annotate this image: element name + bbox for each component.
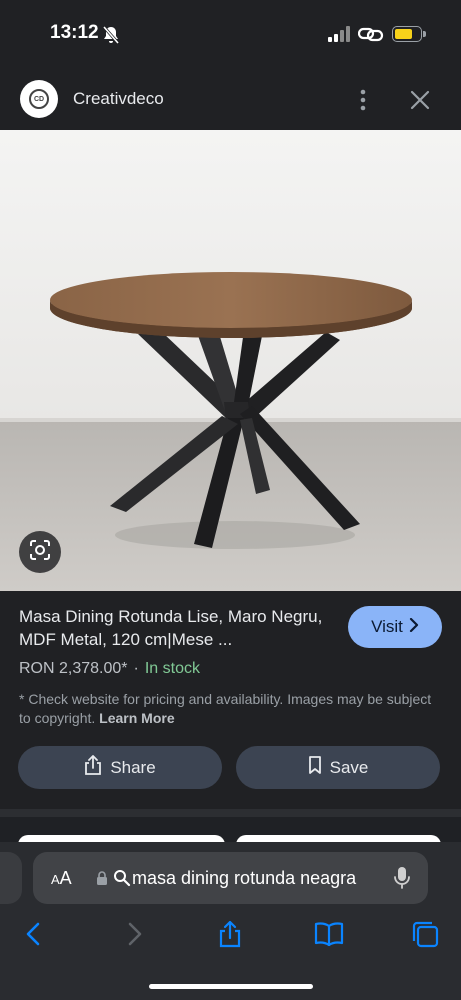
share-button[interactable]: Share [18,746,222,789]
share-icon [84,755,102,780]
section-divider [0,809,461,817]
search-icon [113,869,131,892]
separator-dot: · [133,660,139,677]
bookmark-icon [308,756,322,779]
signal-icon [328,26,350,47]
site-name[interactable]: Creativdeco [73,89,164,109]
lens-icon [29,539,51,566]
browser-toolbar [0,914,461,954]
more-options-icon[interactable] [355,88,371,112]
microphone-icon[interactable] [393,866,411,895]
disclaimer: * Check website for pricing and availabi… [19,690,439,728]
tabs-icon[interactable] [410,919,440,949]
save-label: Save [329,757,369,777]
address-bar[interactable]: AA masa dining rotunda neagra [33,852,428,904]
status-time: 13:12 [50,22,99,43]
forward-icon[interactable] [119,919,149,949]
price: RON 2,378.00* [19,660,128,677]
url-text: masa dining rotunda neagra [132,868,357,888]
site-header: CD Creativdeco [0,68,461,130]
status-bar: 13:12 [0,0,461,68]
back-icon[interactable] [19,919,49,949]
bookmarks-icon[interactable] [313,919,344,949]
reader-settings-button[interactable]: AA [51,868,72,889]
visit-button[interactable]: Visit [348,606,442,648]
price-row: RON 2,378.00* · In stock [19,660,200,678]
product-info: Masa Dining Rotunda Lise, Maro Negru, MD… [0,591,461,809]
close-icon[interactable] [408,88,432,112]
share-sheet-icon[interactable] [215,919,245,949]
product-title[interactable]: Masa Dining Rotunda Lise, Maro Negru, MD… [19,605,334,651]
disclaimer-text: * Check website for pricing and availabi… [19,691,432,726]
bell-off-icon [101,25,121,50]
battery-icon [392,26,426,42]
browser-bottom-bar: AA masa dining rotunda neagra [0,842,461,1000]
share-label: Share [110,757,156,777]
site-logo-text: CD [29,89,49,109]
link-icon [357,24,384,49]
site-logo[interactable]: CD [20,80,58,118]
chevron-right-icon [409,617,419,637]
visit-label: Visit [371,617,403,636]
save-button[interactable]: Save [236,746,440,789]
learn-more-link[interactable]: Learn More [99,710,174,726]
google-lens-button[interactable] [19,531,61,573]
home-indicator [149,984,313,989]
lock-icon [96,871,108,891]
previous-tab-preview[interactable] [0,852,22,904]
stock-status: In stock [144,660,200,677]
product-image[interactable] [0,130,461,591]
